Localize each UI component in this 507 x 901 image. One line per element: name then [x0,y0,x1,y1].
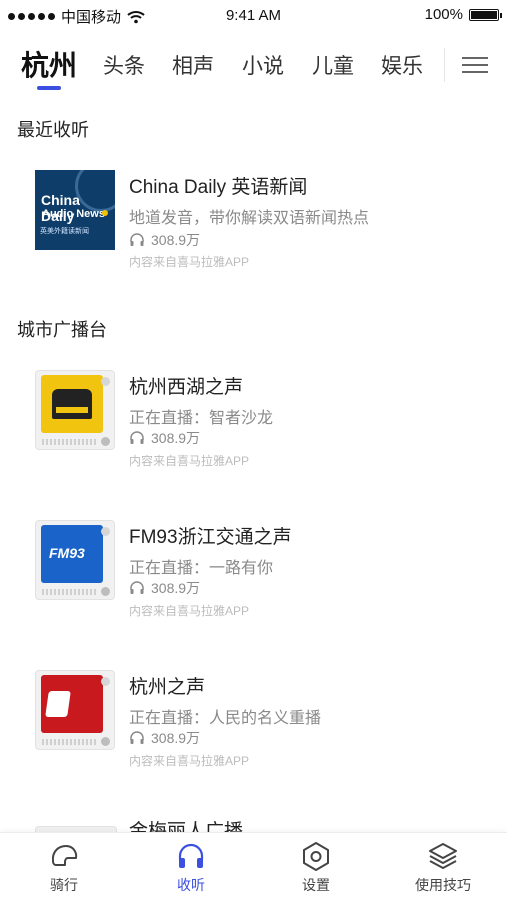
content-source: 内容来自喜马拉雅APP [129,754,250,768]
headphones-icon [130,581,144,594]
item-subtitle: 地道发音，带你解读双语新闻热点 [129,210,370,227]
nav-item-ride[interactable]: 骑行 [4,841,124,895]
play-count: 308.9万 [129,428,200,448]
battery-percent: 100% [424,6,463,23]
active-tab-indicator [37,86,61,90]
headphones-icon [130,731,144,744]
battery-info: 100% [424,6,502,23]
play-count: 308.9万 [129,578,200,598]
headphones-icon [130,431,144,444]
play-count: 308.9万 [129,230,200,250]
status-bar: 中国移动 9:41 AM 100% [0,0,507,30]
china-daily-cover: China Daily Audio News 英美外籍读新闻 [35,170,115,250]
radio-cover-hangzhou [35,670,115,750]
item-title: 杭州之声 [129,677,206,698]
tab-children[interactable]: 儿童 [312,50,354,80]
tab-hangzhou[interactable]: 杭州 [21,44,77,84]
tab-divider [444,48,445,82]
menu-icon[interactable] [462,52,490,76]
play-count: 308.9万 [129,728,200,748]
radio-cover-fm93: FM93 [35,520,115,600]
section-title-city-radio: 城市广播台 [17,320,107,340]
headphones-icon [178,843,204,868]
item-title: China Daily 英语新闻 [129,177,308,198]
settings-hex-icon [303,842,329,871]
tab-entertainment[interactable]: 娱乐 [381,50,423,80]
bottom-navigation: 骑行 收听 设置 使用技巧 [0,832,507,901]
list-item-radio[interactable]: 杭州西湖之声 正在直播：智者沙龙 308.9万 内容来自喜马拉雅APP [0,350,507,480]
content-source: 内容来自喜马拉雅APP [129,604,250,618]
content-source: 内容来自喜马拉雅APP [129,255,250,269]
list-item-china-daily[interactable]: China Daily Audio News 英美外籍读新闻 China Dai… [0,150,507,280]
headphones-icon [130,233,144,246]
nav-item-settings[interactable]: 设置 [256,841,376,895]
nav-item-listen[interactable]: 收听 [131,841,251,895]
tab-crosstalk[interactable]: 相声 [172,50,214,80]
radio-cover-xihu [35,370,115,450]
item-title: 杭州西湖之声 [129,377,244,398]
tab-headlines[interactable]: 头条 [103,50,145,80]
helmet-icon [51,845,78,866]
item-subtitle: 正在直播：一路有你 [129,560,274,577]
list-item-radio[interactable]: 杭州之声 正在直播：人民的名义重播 308.9万 内容来自喜马拉雅APP [0,650,507,780]
section-title-recent: 最近收听 [17,120,89,140]
content-source: 内容来自喜马拉雅APP [129,454,250,468]
battery-icon [469,8,502,21]
item-title-partial[interactable]: 金梅丽人广播 [129,818,243,832]
tab-novels[interactable]: 小说 [242,50,284,80]
item-title: FM93浙江交通之声 [129,527,292,548]
layers-icon [429,843,457,869]
nav-item-tips[interactable]: 使用技巧 [383,841,503,895]
list-item-radio[interactable]: FM93 FM93浙江交通之声 正在直播：一路有你 308.9万 内容来自喜马拉… [0,500,507,630]
category-tabs: 杭州 头条 相声 小说 儿童 娱乐 [0,44,507,96]
item-subtitle: 正在直播：人民的名义重播 [129,710,322,727]
item-subtitle: 正在直播：智者沙龙 [129,410,274,427]
